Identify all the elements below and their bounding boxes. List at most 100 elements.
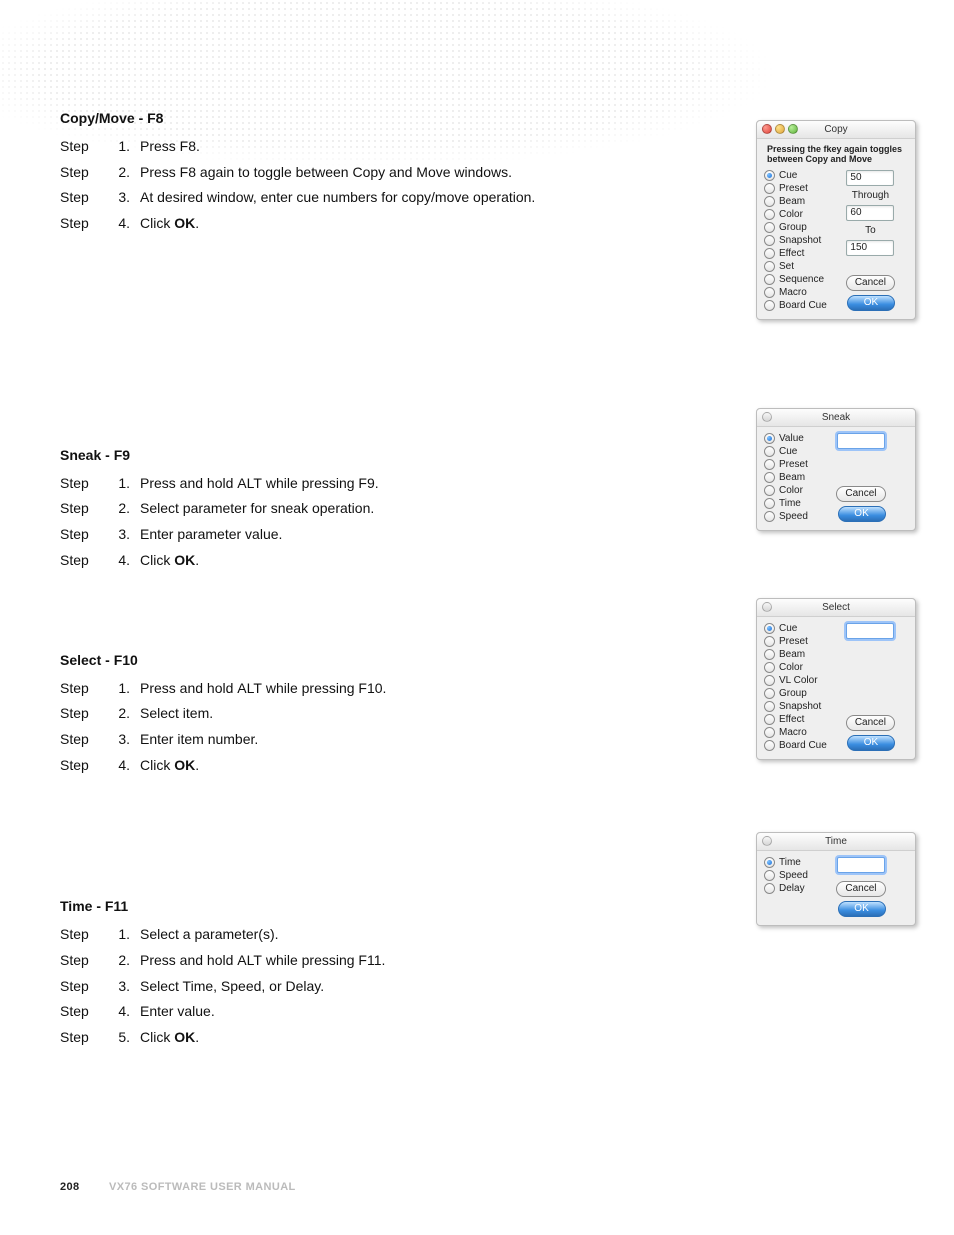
radio-option[interactable]: Beam	[764, 196, 827, 207]
radio-label: Group	[779, 688, 807, 699]
value-field[interactable]	[837, 857, 885, 873]
close-icon[interactable]	[762, 836, 772, 846]
window-controls[interactable]	[762, 836, 772, 846]
step-number: 1.	[112, 471, 140, 497]
radio-label: Value	[779, 433, 804, 444]
radio-option[interactable]: Time	[764, 498, 808, 509]
radio-option[interactable]: Preset	[764, 459, 808, 470]
radio-icon	[764, 623, 775, 634]
radio-option[interactable]: Color	[764, 209, 827, 220]
radio-icon	[764, 235, 775, 246]
radio-option[interactable]: Board Cue	[764, 300, 827, 311]
radio-icon	[764, 433, 775, 444]
window-controls[interactable]	[762, 412, 772, 422]
radio-option[interactable]: Cue	[764, 446, 808, 457]
cancel-button[interactable]: Cancel	[846, 275, 895, 291]
radio-option[interactable]: Group	[764, 222, 827, 233]
close-icon[interactable]	[762, 602, 772, 612]
step-row: Step4.Click OK.	[60, 753, 392, 779]
window-controls[interactable]	[762, 602, 772, 612]
radio-label: Speed	[779, 511, 808, 522]
ok-button[interactable]: OK	[838, 506, 886, 522]
ok-button[interactable]: OK	[847, 295, 895, 311]
radio-option[interactable]: Cue	[764, 170, 827, 181]
radio-option[interactable]: Value	[764, 433, 808, 444]
step-text: Select Time, Speed, or Delay.	[140, 974, 391, 1000]
radio-option[interactable]: Preset	[764, 183, 827, 194]
radio-option[interactable]: Speed	[764, 870, 808, 881]
steps-table: Step1.Select a parameter(s).Step2.Press …	[60, 922, 391, 1050]
radio-option[interactable]: Color	[764, 662, 827, 673]
radio-label: Group	[779, 222, 807, 233]
step-number: 5.	[112, 1025, 140, 1051]
radio-icon	[764, 222, 775, 233]
radio-option[interactable]: Set	[764, 261, 827, 272]
radio-option[interactable]: Sequence	[764, 274, 827, 285]
radio-option[interactable]: VL Color	[764, 675, 827, 686]
radio-label: Speed	[779, 870, 808, 881]
radio-option[interactable]: Effect	[764, 248, 827, 259]
to-field[interactable]: 150	[846, 240, 894, 256]
value-field[interactable]	[846, 623, 894, 639]
ok-button[interactable]: OK	[847, 735, 895, 751]
step-number: 2.	[112, 496, 140, 522]
radio-option[interactable]: Effect	[764, 714, 827, 725]
through-field[interactable]: 60	[846, 205, 894, 221]
manual-title: VX76 SOFTWARE USER MANUAL	[109, 1181, 296, 1193]
minimize-icon[interactable]	[775, 124, 785, 134]
window-controls[interactable]	[762, 124, 798, 134]
through-label: Through	[852, 190, 889, 201]
radio-option[interactable]: Beam	[764, 472, 808, 483]
titlebar: Copy	[757, 121, 915, 139]
radio-label: Preset	[779, 459, 808, 470]
radio-icon	[764, 261, 775, 272]
step-number: 4.	[112, 211, 140, 237]
cancel-button[interactable]: Cancel	[836, 881, 885, 897]
radio-option[interactable]: Group	[764, 688, 827, 699]
step-text: Press and hold ALT while pressing F10.	[140, 676, 392, 702]
radio-option[interactable]: Beam	[764, 649, 827, 660]
radio-label: Effect	[779, 714, 804, 725]
step-text: Enter item number.	[140, 727, 392, 753]
zoom-icon[interactable]	[788, 124, 798, 134]
radio-icon	[764, 701, 775, 712]
radio-option[interactable]: Macro	[764, 287, 827, 298]
titlebar: Select	[757, 599, 915, 617]
radio-option[interactable]: Macro	[764, 727, 827, 738]
radio-option[interactable]: Color	[764, 485, 808, 496]
radio-option[interactable]: Board Cue	[764, 740, 827, 751]
radio-label: Color	[779, 662, 803, 673]
step-label: Step	[60, 548, 112, 574]
from-field[interactable]: 50	[846, 170, 894, 186]
step-row: Step4.Enter value.	[60, 999, 391, 1025]
value-field[interactable]	[837, 433, 885, 449]
dialog-copy: Copy Pressing the fkey again toggles bet…	[756, 120, 916, 320]
radio-option[interactable]: Speed	[764, 511, 808, 522]
step-row: Step1.Select a parameter(s).	[60, 922, 391, 948]
close-icon[interactable]	[762, 412, 772, 422]
radio-icon	[764, 287, 775, 298]
radio-icon	[764, 472, 775, 483]
close-icon[interactable]	[762, 124, 772, 134]
ok-button[interactable]: OK	[838, 901, 886, 917]
dialog-select: Select Cue Preset Beam Color VL Color Group Sn…	[756, 598, 916, 760]
radio-option[interactable]: Cue	[764, 623, 827, 634]
step-number: 3.	[112, 727, 140, 753]
step-label: Step	[60, 948, 112, 974]
step-row: Step4.Click OK.	[60, 548, 385, 574]
cancel-button[interactable]: Cancel	[836, 486, 885, 502]
radio-option[interactable]: Time	[764, 857, 808, 868]
radio-option[interactable]: Preset	[764, 636, 827, 647]
radio-option[interactable]: Snapshot	[764, 235, 827, 246]
cancel-button[interactable]: Cancel	[846, 715, 895, 731]
step-number: 1.	[112, 134, 140, 160]
radio-option[interactable]: Snapshot	[764, 701, 827, 712]
step-number: 3.	[112, 974, 140, 1000]
radio-label: Beam	[779, 472, 805, 483]
step-label: Step	[60, 134, 112, 160]
radio-label: Board Cue	[779, 740, 827, 751]
step-number: 3.	[112, 185, 140, 211]
radio-option[interactable]: Delay	[764, 883, 808, 894]
step-label: Step	[60, 211, 112, 237]
dialog-time: Time TimeSpeedDelay Cancel OK	[756, 832, 916, 926]
